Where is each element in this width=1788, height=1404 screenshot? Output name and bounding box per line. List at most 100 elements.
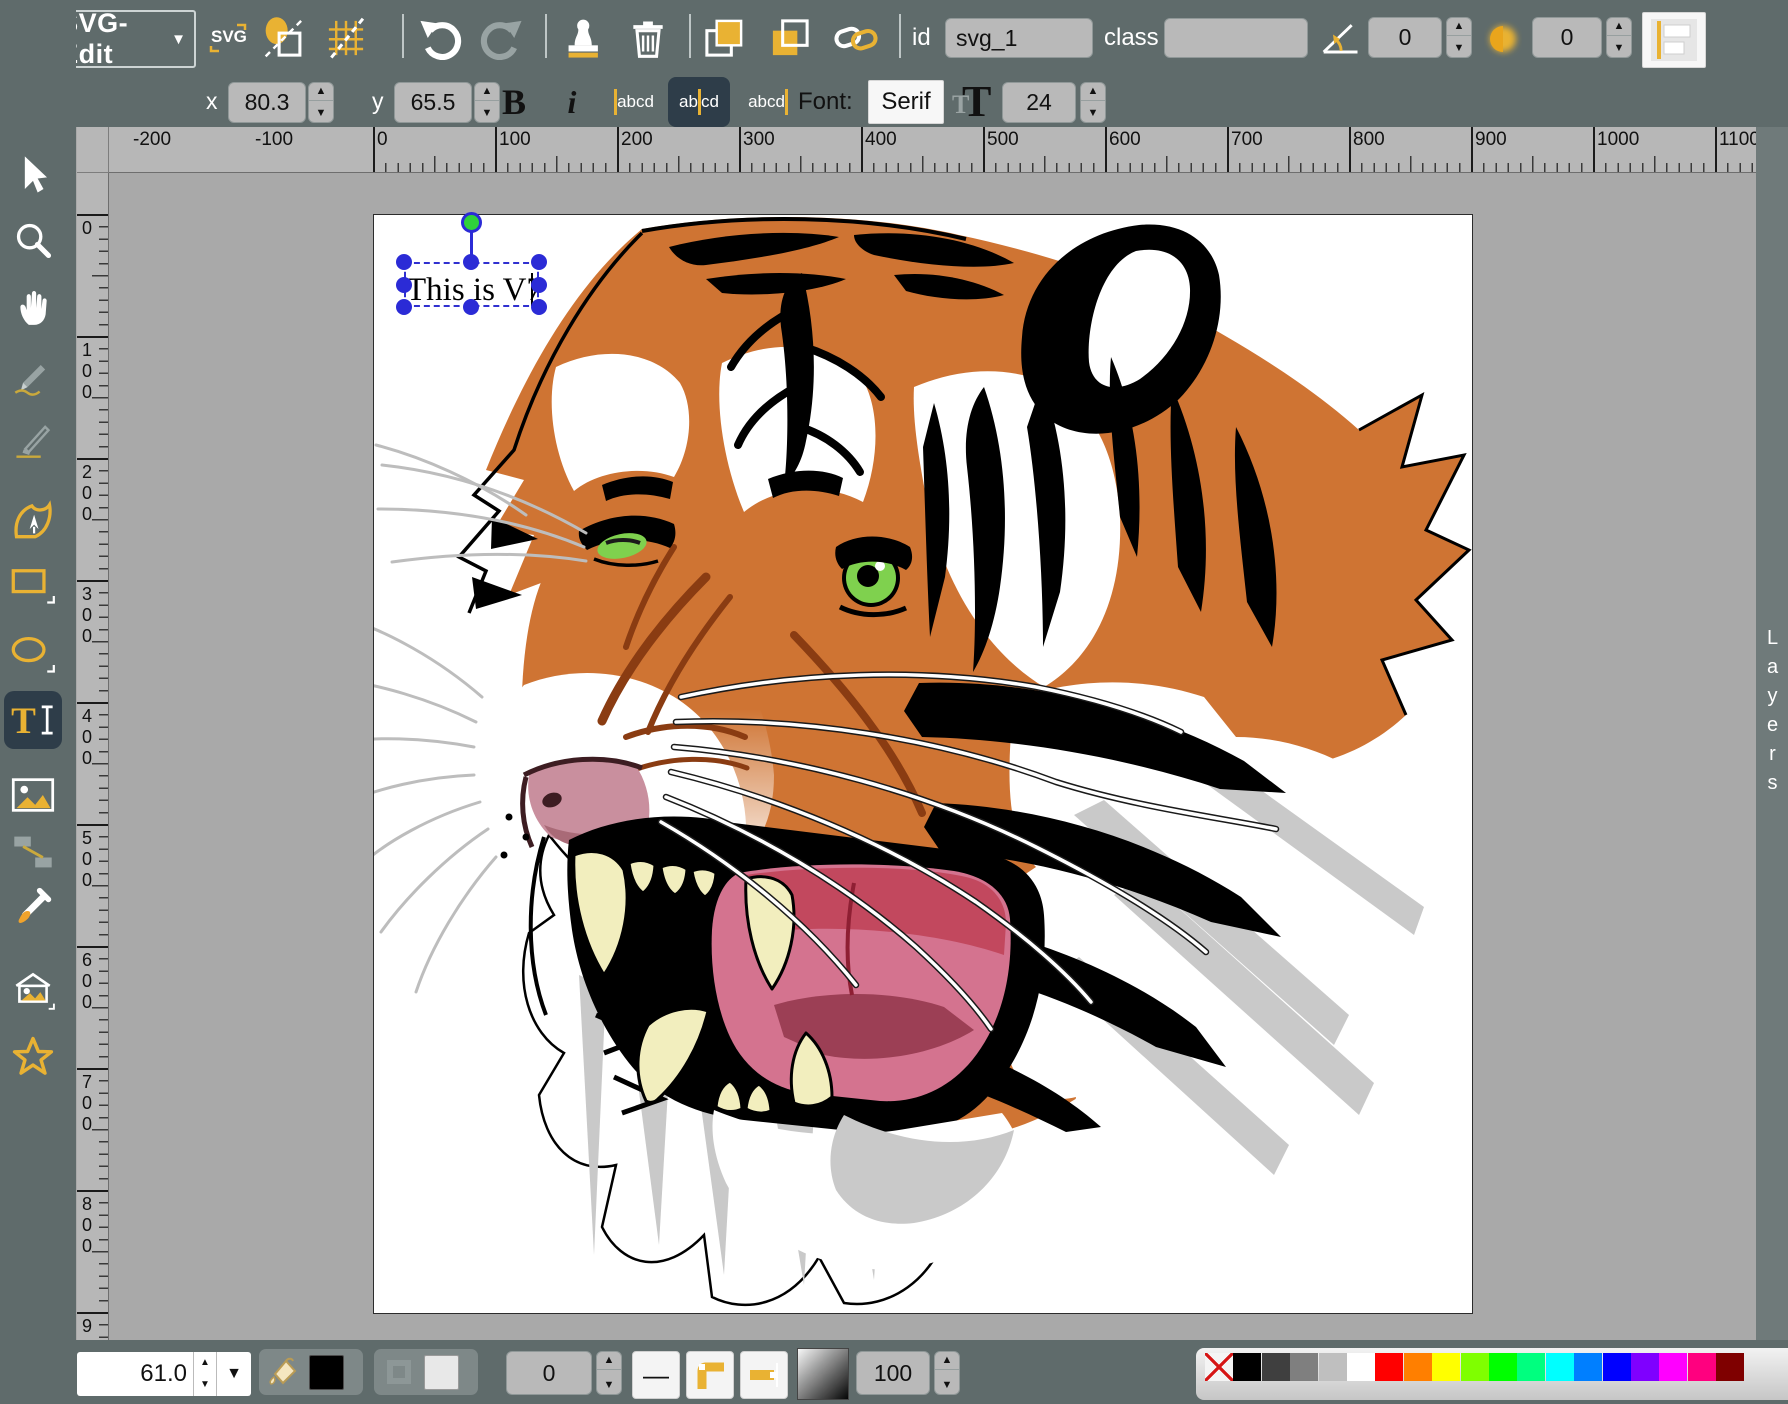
tool-pencil[interactable] bbox=[7, 349, 59, 401]
selection-handle-e[interactable] bbox=[531, 277, 547, 293]
x-input[interactable]: 80.3 bbox=[228, 82, 306, 123]
palette-swatch-7f00ff[interactable] bbox=[1631, 1353, 1659, 1381]
palette-swatch-ffff00[interactable] bbox=[1432, 1353, 1460, 1381]
bold-button[interactable]: B bbox=[492, 78, 536, 126]
palette-swatch-7f7f7f[interactable] bbox=[1290, 1353, 1318, 1381]
palette-swatch-0000ff[interactable] bbox=[1603, 1353, 1631, 1381]
zoom-widget[interactable]: 61.0 ▲▼ ▼ bbox=[77, 1352, 251, 1396]
tool-image[interactable] bbox=[7, 769, 59, 821]
h-ruler-label: 200 bbox=[621, 129, 653, 151]
blur-spinner-arrows[interactable]: ▲▼ bbox=[1606, 17, 1632, 58]
clone-button[interactable] bbox=[558, 12, 606, 64]
bottom-toolbar: 61.0 ▲▼ ▼ 0 ▲▼ — bbox=[0, 1340, 1788, 1404]
tool-select[interactable] bbox=[7, 149, 59, 201]
palette-swatch-000000[interactable] bbox=[1233, 1353, 1261, 1381]
v-ruler-label: 6 0 0 bbox=[82, 950, 92, 1013]
delete-button[interactable] bbox=[624, 12, 672, 64]
star-icon bbox=[10, 1035, 56, 1079]
tool-line[interactable] bbox=[7, 413, 59, 465]
source-editor-button[interactable]: SVG bbox=[204, 12, 252, 64]
tool-star[interactable] bbox=[7, 1031, 59, 1083]
tiger-artwork[interactable] bbox=[374, 215, 1472, 1313]
layers-panel-tab[interactable]: Layers bbox=[1756, 127, 1788, 1340]
y-input[interactable]: 65.5 bbox=[394, 82, 472, 123]
redo-button[interactable] bbox=[478, 12, 526, 64]
angle-input[interactable]: 0 bbox=[1368, 17, 1442, 58]
snap-grid-button[interactable] bbox=[322, 12, 370, 64]
palette-swatch-7f0000[interactable] bbox=[1716, 1353, 1744, 1381]
selection-handle-n[interactable] bbox=[463, 254, 479, 270]
fill-color-widget[interactable] bbox=[259, 1349, 363, 1395]
stroke-color-widget[interactable] bbox=[374, 1349, 478, 1395]
palette-swatch-ff00ff[interactable] bbox=[1659, 1353, 1687, 1381]
move-to-back-button[interactable] bbox=[766, 12, 814, 64]
svg-canvas[interactable]: This is V7 bbox=[373, 214, 1473, 1314]
linejoin-button[interactable] bbox=[686, 1351, 734, 1399]
selection-handle-s[interactable] bbox=[463, 299, 479, 315]
stroke-width-spinner-arrows[interactable]: ▲▼ bbox=[596, 1351, 622, 1395]
text-anchor-end-button[interactable]: abcd bbox=[740, 80, 796, 124]
fill-color-swatch[interactable] bbox=[309, 1355, 344, 1390]
linecap-button[interactable] bbox=[740, 1351, 788, 1399]
palette-swatch-ff7f00[interactable] bbox=[1404, 1353, 1432, 1381]
make-link-button[interactable] bbox=[832, 12, 880, 64]
tool-text-selected[interactable]: T bbox=[4, 691, 62, 749]
font-size-spinner-arrows[interactable]: ▲▼ bbox=[1080, 82, 1106, 123]
palette-swatch-ffffff[interactable] bbox=[1347, 1353, 1375, 1381]
palette-swatch-3f3f3f[interactable] bbox=[1262, 1353, 1290, 1381]
tool-path[interactable] bbox=[7, 492, 59, 544]
blur-input[interactable]: 0 bbox=[1532, 17, 1602, 58]
palette-swatch-00ffff[interactable] bbox=[1546, 1353, 1574, 1381]
stroke-dash-button[interactable]: — bbox=[632, 1351, 680, 1399]
palette-swatch-ff0000[interactable] bbox=[1375, 1353, 1403, 1381]
opacity-spinner-arrows[interactable]: ▲▼ bbox=[934, 1351, 960, 1395]
connector-icon bbox=[11, 832, 55, 872]
align-button[interactable] bbox=[1642, 12, 1706, 68]
text-anchor-start-button[interactable]: abcd bbox=[606, 80, 662, 124]
zoom-spinner-arrows[interactable]: ▲▼ bbox=[193, 1352, 217, 1396]
palette-swatch-7fff00[interactable] bbox=[1461, 1353, 1489, 1381]
palette-swatch-bfbfbf[interactable] bbox=[1319, 1353, 1347, 1381]
selection-handle-sw[interactable] bbox=[396, 299, 412, 315]
undo-button[interactable] bbox=[416, 12, 464, 64]
id-input[interactable]: svg_1 bbox=[945, 18, 1093, 58]
opacity-input[interactable]: 100 bbox=[856, 1351, 930, 1395]
h-ruler-label: 0 bbox=[377, 129, 388, 151]
tool-connector[interactable] bbox=[7, 826, 59, 878]
palette-swatch-007fff[interactable] bbox=[1574, 1353, 1602, 1381]
italic-button[interactable]: i bbox=[552, 78, 592, 126]
tool-shape-library[interactable] bbox=[7, 963, 59, 1015]
tool-eyedropper[interactable] bbox=[7, 879, 59, 931]
v-ruler-label: 9 0 0 bbox=[82, 1316, 92, 1340]
rotate-handle[interactable] bbox=[461, 212, 482, 233]
magnifier-icon bbox=[13, 220, 53, 260]
zoom-dropdown-icon[interactable]: ▼ bbox=[217, 1365, 251, 1383]
move-to-front-button[interactable] bbox=[700, 12, 748, 64]
tool-ellipse[interactable] bbox=[7, 628, 59, 680]
palette-swatch-ff007f[interactable] bbox=[1688, 1353, 1716, 1381]
tool-pan[interactable] bbox=[7, 281, 59, 333]
selection-handle-se[interactable] bbox=[531, 299, 547, 315]
palette-swatch-none[interactable] bbox=[1205, 1353, 1233, 1381]
palette-swatch-00ff7f[interactable] bbox=[1517, 1353, 1545, 1381]
selection-handle-w[interactable] bbox=[396, 277, 412, 293]
ellipse-icon bbox=[10, 633, 56, 675]
toolbar-separator bbox=[545, 14, 547, 58]
selection-handle-ne[interactable] bbox=[531, 254, 547, 270]
stroke-width-input[interactable]: 0 bbox=[506, 1351, 592, 1395]
text-anchor-middle-button[interactable]: abcd bbox=[668, 77, 730, 127]
class-input[interactable] bbox=[1164, 18, 1308, 58]
tool-zoom[interactable] bbox=[7, 214, 59, 266]
palette-swatch-00ff00[interactable] bbox=[1489, 1353, 1517, 1381]
angle-spinner-arrows[interactable]: ▲▼ bbox=[1446, 17, 1472, 58]
stroke-style-icon bbox=[382, 1355, 416, 1389]
selection-handle-nw[interactable] bbox=[396, 254, 412, 270]
x-spinner-arrows[interactable]: ▲▼ bbox=[308, 82, 334, 123]
x-label: x bbox=[206, 88, 218, 115]
move-back-icon bbox=[768, 16, 812, 60]
font-family-button[interactable]: Serif bbox=[868, 80, 944, 124]
stroke-color-swatch[interactable] bbox=[424, 1355, 459, 1390]
font-size-input[interactable]: 24 bbox=[1002, 82, 1076, 123]
wireframe-mode-button[interactable] bbox=[260, 12, 308, 64]
tool-rect[interactable] bbox=[7, 559, 59, 611]
